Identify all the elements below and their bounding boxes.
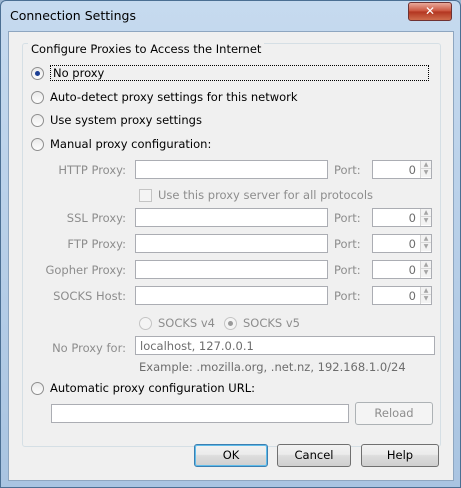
help-button[interactable]: Help	[361, 444, 439, 467]
ftp-port-stepper[interactable]: 0 ▲ ▼	[372, 234, 432, 253]
spin-down-icon[interactable]: ▼	[421, 169, 431, 177]
ssl-proxy-input[interactable]	[135, 208, 328, 227]
radio-system-proxy-indicator[interactable]	[31, 113, 44, 127]
auto-config-url-input[interactable]	[51, 404, 349, 423]
radio-socks-v5-label: SOCKS v5	[243, 316, 301, 330]
same-proxy-checkbox[interactable]: Use this proxy server for all protocols	[139, 187, 373, 203]
ssl-port-arrows[interactable]: ▲ ▼	[420, 209, 431, 226]
socks-port-stepper[interactable]: 0 ▲ ▼	[372, 286, 432, 305]
spin-up-icon[interactable]: ▲	[421, 235, 431, 243]
radio-socks-v5-indicator[interactable]	[224, 316, 237, 330]
radio-auto-detect-label: Auto-detect proxy settings for this netw…	[50, 90, 298, 104]
no-proxy-for-label: No Proxy for:	[52, 341, 126, 355]
title-bar: Connection Settings ✕	[1, 1, 460, 31]
radio-socks-v5[interactable]: SOCKS v5	[224, 315, 300, 331]
ftp-proxy-label: FTP Proxy:	[67, 237, 126, 251]
gopher-proxy-input[interactable]	[135, 260, 328, 279]
socks-host-label: SOCKS Host:	[53, 289, 126, 303]
radio-no-proxy-indicator[interactable]	[31, 66, 44, 80]
http-port-stepper[interactable]: 0 ▲ ▼	[372, 160, 432, 179]
http-port-label: Port:	[334, 163, 361, 177]
reload-button[interactable]: Reload	[355, 402, 433, 425]
http-proxy-input[interactable]	[135, 160, 328, 179]
socks-port-label: Port:	[334, 289, 361, 303]
group-legend: Configure Proxies to Access the Internet	[28, 42, 265, 56]
radio-manual-proxy-indicator[interactable]	[31, 137, 44, 151]
radio-socks-v4-indicator[interactable]	[139, 316, 152, 330]
radio-no-proxy-label: No proxy	[50, 65, 429, 81]
spin-down-icon[interactable]: ▼	[421, 295, 431, 303]
radio-auto-detect[interactable]: Auto-detect proxy settings for this netw…	[31, 89, 298, 105]
socks-port-arrows[interactable]: ▲ ▼	[420, 287, 431, 304]
ssl-port-label: Port:	[334, 211, 361, 225]
gopher-port-stepper[interactable]: 0 ▲ ▼	[372, 260, 432, 279]
radio-auto-detect-indicator[interactable]	[31, 90, 44, 104]
ftp-port-arrows[interactable]: ▲ ▼	[420, 235, 431, 252]
http-port-arrows[interactable]: ▲ ▼	[420, 161, 431, 178]
no-proxy-example: Example: .mozilla.org, .net.nz, 192.168.…	[139, 360, 406, 374]
radio-manual-proxy[interactable]: Manual proxy configuration:	[31, 136, 211, 152]
close-button[interactable]: ✕	[408, 2, 452, 21]
close-icon: ✕	[424, 4, 436, 18]
radio-system-proxy[interactable]: Use system proxy settings	[31, 112, 202, 128]
ssl-port-value: 0	[408, 211, 416, 225]
gopher-port-arrows[interactable]: ▲ ▼	[420, 261, 431, 278]
connection-settings-window: Connection Settings ✕ Configure Proxies …	[0, 0, 461, 488]
gopher-port-value: 0	[408, 263, 416, 277]
cancel-button[interactable]: Cancel	[277, 444, 351, 467]
spin-down-icon[interactable]: ▼	[421, 269, 431, 277]
spin-up-icon[interactable]: ▲	[421, 287, 431, 295]
socks-port-value: 0	[408, 289, 416, 303]
ssl-proxy-label: SSL Proxy:	[66, 211, 126, 225]
radio-system-proxy-label: Use system proxy settings	[50, 113, 202, 127]
radio-auto-config-url-label: Automatic proxy configuration URL:	[50, 381, 255, 395]
spin-up-icon[interactable]: ▲	[421, 261, 431, 269]
http-proxy-label: HTTP Proxy:	[58, 163, 126, 177]
no-proxy-for-input[interactable]: localhost, 127.0.0.1	[135, 336, 435, 355]
dialog-body: Configure Proxies to Access the Internet…	[8, 31, 454, 481]
radio-manual-proxy-label: Manual proxy configuration:	[50, 137, 212, 151]
radio-auto-config-url[interactable]: Automatic proxy configuration URL:	[31, 380, 255, 396]
same-proxy-checkbox-box[interactable]	[139, 188, 152, 202]
spin-up-icon[interactable]: ▲	[421, 161, 431, 169]
radio-socks-v4-label: SOCKS v4	[158, 316, 216, 330]
spin-down-icon[interactable]: ▼	[421, 243, 431, 251]
ftp-proxy-input[interactable]	[135, 234, 328, 253]
ftp-port-value: 0	[408, 237, 416, 251]
gopher-port-label: Port:	[334, 263, 361, 277]
radio-socks-v4[interactable]: SOCKS v4	[139, 315, 215, 331]
ssl-port-stepper[interactable]: 0 ▲ ▼	[372, 208, 432, 227]
ftp-port-label: Port:	[334, 237, 361, 251]
gopher-proxy-label: Gopher Proxy:	[45, 263, 126, 277]
radio-auto-config-url-indicator[interactable]	[31, 381, 44, 395]
window-title: Connection Settings	[10, 8, 136, 23]
spin-up-icon[interactable]: ▲	[421, 209, 431, 217]
socks-host-input[interactable]	[135, 286, 328, 305]
same-proxy-label: Use this proxy server for all protocols	[158, 188, 374, 202]
spin-down-icon[interactable]: ▼	[421, 217, 431, 225]
http-port-value: 0	[408, 163, 416, 177]
ok-button[interactable]: OK	[194, 444, 268, 467]
radio-no-proxy[interactable]: No proxy	[31, 65, 429, 81]
